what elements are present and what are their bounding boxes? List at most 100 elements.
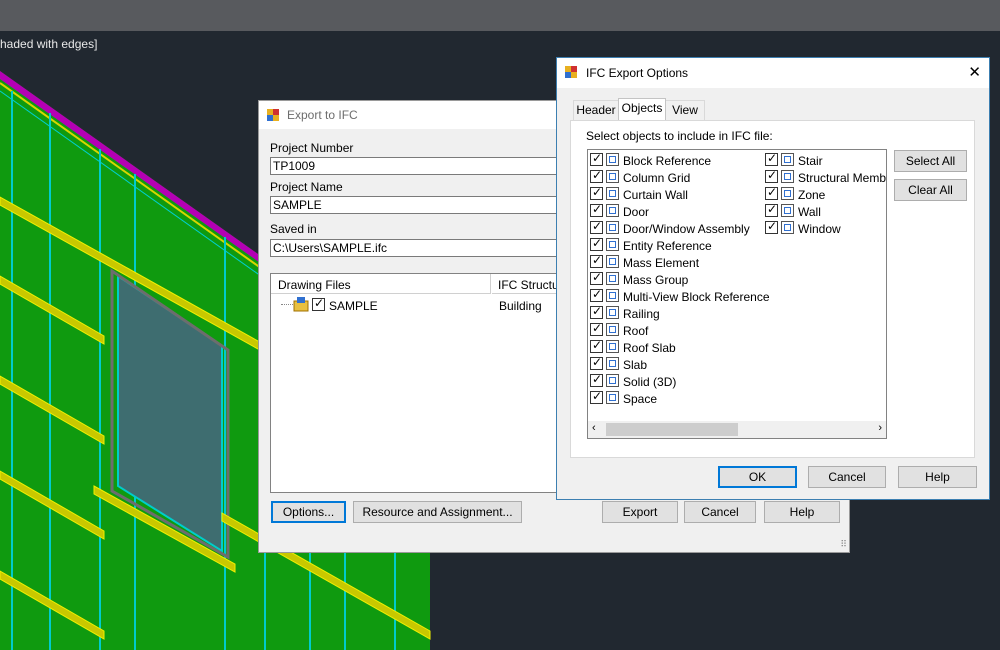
object-checkbox[interactable] xyxy=(765,219,778,234)
object-checkbox[interactable] xyxy=(590,372,603,387)
viewport-mode-label[interactable]: haded with edges] xyxy=(0,37,97,51)
icon-detail xyxy=(609,156,616,163)
icon-detail xyxy=(784,224,791,231)
object-checkbox[interactable] xyxy=(765,151,778,166)
object-item[interactable]: Slab xyxy=(588,355,758,373)
object-item[interactable]: Window xyxy=(763,219,886,237)
railing-icon xyxy=(606,306,619,319)
icon-detail xyxy=(784,207,791,214)
curtain-wall-icon xyxy=(606,187,619,200)
icon-detail xyxy=(609,360,616,367)
object-checkbox[interactable] xyxy=(765,185,778,200)
zone-icon xyxy=(781,187,794,200)
object-label: Zone xyxy=(798,188,826,202)
object-item[interactable]: Structural Member xyxy=(763,168,886,186)
icon-detail xyxy=(609,343,616,350)
object-item[interactable]: Mass Element xyxy=(588,253,758,271)
drawing-files-list[interactable]: Drawing Files IFC Structur SAMPLE Buildi… xyxy=(270,273,572,493)
options-help-button[interactable]: Help xyxy=(898,466,977,488)
object-item[interactable]: Zone xyxy=(763,185,886,203)
scrollbar-thumb[interactable] xyxy=(606,423,738,436)
tab-objects[interactable]: Objects xyxy=(618,98,666,120)
column-header-drawing-files[interactable]: Drawing Files xyxy=(271,274,491,294)
saved-in-field[interactable]: C:\Users\SAMPLE.ifc xyxy=(270,239,570,257)
object-item[interactable]: Roof Slab xyxy=(588,338,758,356)
clear-all-button[interactable]: Clear All xyxy=(894,179,967,201)
object-label: Space xyxy=(623,392,658,406)
icon-detail xyxy=(609,292,616,299)
project-number-label: Project Number xyxy=(270,141,354,155)
object-checkbox[interactable] xyxy=(590,253,603,268)
object-item[interactable]: Roof xyxy=(588,321,758,339)
tab-header[interactable]: Header xyxy=(573,100,619,120)
object-checkbox[interactable] xyxy=(590,287,603,302)
object-label: Mass Element xyxy=(623,256,700,270)
object-checkbox[interactable] xyxy=(590,321,603,336)
object-label: Entity Reference xyxy=(623,239,712,253)
resource-assignment-button[interactable]: Resource and Assignment... xyxy=(353,501,522,523)
drawing-folder-icon xyxy=(293,297,309,312)
icon-detail xyxy=(609,377,616,384)
cancel-button[interactable]: Cancel xyxy=(684,501,756,523)
export-button[interactable]: Export xyxy=(602,501,678,523)
slab-icon xyxy=(606,357,619,370)
ifc-export-options-dialog: IFC Export Options ✕ Header Objects View… xyxy=(556,57,990,500)
scroll-right-icon[interactable]: › xyxy=(878,422,882,434)
object-item[interactable]: Entity Reference xyxy=(588,236,758,254)
object-checkbox[interactable] xyxy=(590,355,603,370)
object-item[interactable]: Multi-View Block Reference xyxy=(588,287,770,305)
icon-detail xyxy=(609,258,616,265)
objects-list[interactable]: Block Reference Column Grid Curtain Wall Do… xyxy=(587,149,887,439)
object-item[interactable]: Column Grid xyxy=(588,168,758,186)
object-checkbox[interactable] xyxy=(590,338,603,353)
object-label: Roof Slab xyxy=(623,341,676,355)
object-item[interactable]: Space xyxy=(588,389,758,407)
object-item[interactable]: Door/Window Assembly xyxy=(588,219,758,237)
app-icon xyxy=(267,109,280,121)
icon-detail xyxy=(609,207,616,214)
select-all-button[interactable]: Select All xyxy=(894,150,967,172)
options-cancel-button[interactable]: Cancel xyxy=(808,466,886,488)
object-item[interactable]: Curtain Wall xyxy=(588,185,758,203)
options-button[interactable]: Options... xyxy=(271,501,346,523)
project-name-label: Project Name xyxy=(270,180,343,194)
object-checkbox[interactable] xyxy=(590,185,603,200)
object-checkbox[interactable] xyxy=(590,304,603,319)
space-icon xyxy=(606,391,619,404)
object-checkbox[interactable] xyxy=(590,389,603,404)
object-item[interactable]: Wall xyxy=(763,202,886,220)
object-item[interactable]: Door xyxy=(588,202,758,220)
object-item[interactable]: Solid (3D) xyxy=(588,372,758,390)
object-item[interactable]: Mass Group xyxy=(588,270,758,288)
object-item[interactable]: Block Reference xyxy=(588,151,758,169)
object-label: Window xyxy=(798,222,841,236)
table-row[interactable]: SAMPLE Building xyxy=(271,296,569,314)
multi-view-block-icon xyxy=(606,289,619,302)
ok-button[interactable]: OK xyxy=(718,466,797,488)
object-checkbox[interactable] xyxy=(590,270,603,285)
help-button[interactable]: Help xyxy=(764,501,840,523)
project-name-field[interactable]: SAMPLE xyxy=(270,196,570,214)
object-item[interactable]: Railing xyxy=(588,304,758,322)
scroll-left-icon[interactable]: ‹ xyxy=(592,422,596,434)
object-checkbox[interactable] xyxy=(590,202,603,217)
resize-grip-icon[interactable]: ⠿ xyxy=(840,540,847,550)
object-checkbox[interactable] xyxy=(590,219,603,234)
horizontal-scrollbar[interactable]: ‹ › xyxy=(588,421,886,438)
object-checkbox[interactable] xyxy=(765,202,778,217)
object-checkbox[interactable] xyxy=(765,168,778,183)
saved-in-label: Saved in xyxy=(270,222,317,236)
object-item[interactable]: Stair xyxy=(763,151,886,169)
object-checkbox[interactable] xyxy=(590,236,603,251)
roof-icon xyxy=(606,323,619,336)
door-window-assembly-icon xyxy=(606,221,619,234)
tab-view[interactable]: View xyxy=(665,100,705,120)
object-label: Block Reference xyxy=(623,154,712,168)
options-dialog-titlebar[interactable]: IFC Export Options ✕ xyxy=(557,58,989,88)
object-checkbox[interactable] xyxy=(590,151,603,166)
project-number-field[interactable]: TP1009 xyxy=(270,157,570,175)
close-icon[interactable]: ✕ xyxy=(968,63,981,81)
object-label: Door/Window Assembly xyxy=(623,222,750,236)
sample-checkbox[interactable] xyxy=(312,296,325,311)
object-checkbox[interactable] xyxy=(590,168,603,183)
